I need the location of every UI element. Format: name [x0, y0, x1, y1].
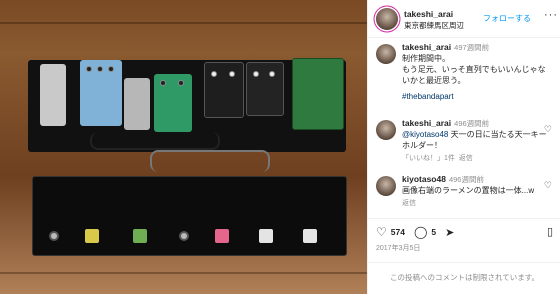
hashtag-link[interactable]: #thebandapart	[402, 92, 454, 101]
comment-text: 画像右端のラーメンの置物は一体...w	[402, 186, 535, 195]
post-actions: ♡ 574 ◯ 5 ➤ ▯ 2017年3月5日	[368, 218, 560, 256]
header-username[interactable]: takeshi_arai	[404, 9, 453, 19]
footswitch-pink	[215, 229, 229, 243]
comment-username[interactable]: takeshi_arai	[402, 118, 451, 128]
heart-icon[interactable]: ♡	[376, 225, 387, 239]
caption-time: 497週間前	[454, 43, 490, 52]
pedal-mxr	[246, 62, 284, 116]
cable	[90, 132, 220, 150]
post-date: 2017年3月5日	[376, 245, 421, 252]
comment-likes[interactable]: 「いいね！」1件	[402, 155, 455, 162]
follow-button[interactable]: フォローする	[483, 13, 531, 24]
loop-switcher	[32, 176, 347, 256]
avatar[interactable]	[376, 120, 396, 140]
instagram-post-embed: takeshi_arai 東京都練馬区周辺 フォローする ··· takeshi…	[0, 0, 560, 294]
mention-link[interactable]: @kiyotaso48	[402, 130, 448, 139]
footswitch-green	[133, 229, 147, 243]
reply-button[interactable]: 返信	[402, 200, 416, 207]
header-location[interactable]: 東京都練馬区周辺	[404, 20, 464, 31]
comment-time: 496週間前	[448, 175, 484, 184]
pedal-chorus-silver	[124, 78, 150, 130]
comments-count: 5	[431, 227, 437, 237]
post-header: takeshi_arai 東京都練馬区周辺 フォローする ···	[368, 0, 560, 38]
caption-line: もう足元、いっそ直列でもいいんじゃないかと最近思う。	[402, 65, 546, 85]
heart-icon[interactable]: ♡	[544, 180, 552, 191]
ellipsis-icon[interactable]: ···	[544, 9, 558, 21]
avatar[interactable]	[376, 176, 396, 196]
reply-button[interactable]: 返信	[459, 155, 473, 162]
footswitch-yellow	[85, 229, 99, 243]
footswitch-white	[303, 229, 317, 243]
pedal-silver	[40, 64, 66, 126]
post-photo[interactable]	[0, 0, 367, 294]
comment-icon[interactable]: ◯	[414, 225, 427, 239]
comments-closed-notice: この投稿へのコメントは制限されています。	[368, 262, 560, 283]
pedal-green	[154, 74, 192, 132]
comments-list: takeshi_arai 497週間前 制作期間中。 もう足元、いっそ直列でもいい…	[368, 38, 560, 216]
heart-icon[interactable]: ♡	[544, 124, 552, 135]
caption-line: 制作期間中。	[402, 54, 450, 63]
cable	[150, 150, 270, 172]
floor-plank-line	[0, 272, 367, 274]
footswitch-white	[259, 229, 273, 243]
pedal-chorus-blue	[80, 60, 122, 126]
comment-username[interactable]: kiyotaso48	[402, 174, 446, 184]
likes-count[interactable]: 574	[391, 227, 405, 237]
caption-username[interactable]: takeshi_arai	[402, 42, 451, 52]
bookmark-icon[interactable]: ▯	[547, 225, 553, 238]
pedal-volume-green	[292, 58, 344, 130]
floor-plank-line	[0, 22, 367, 24]
post-sidebar: takeshi_arai 東京都練馬区周辺 フォローする ··· takeshi…	[367, 0, 560, 294]
pedal-black	[204, 62, 244, 118]
comment-time: 496週間前	[454, 119, 490, 128]
share-icon[interactable]: ➤	[445, 226, 454, 239]
avatar[interactable]	[376, 8, 398, 30]
avatar[interactable]	[376, 44, 396, 64]
